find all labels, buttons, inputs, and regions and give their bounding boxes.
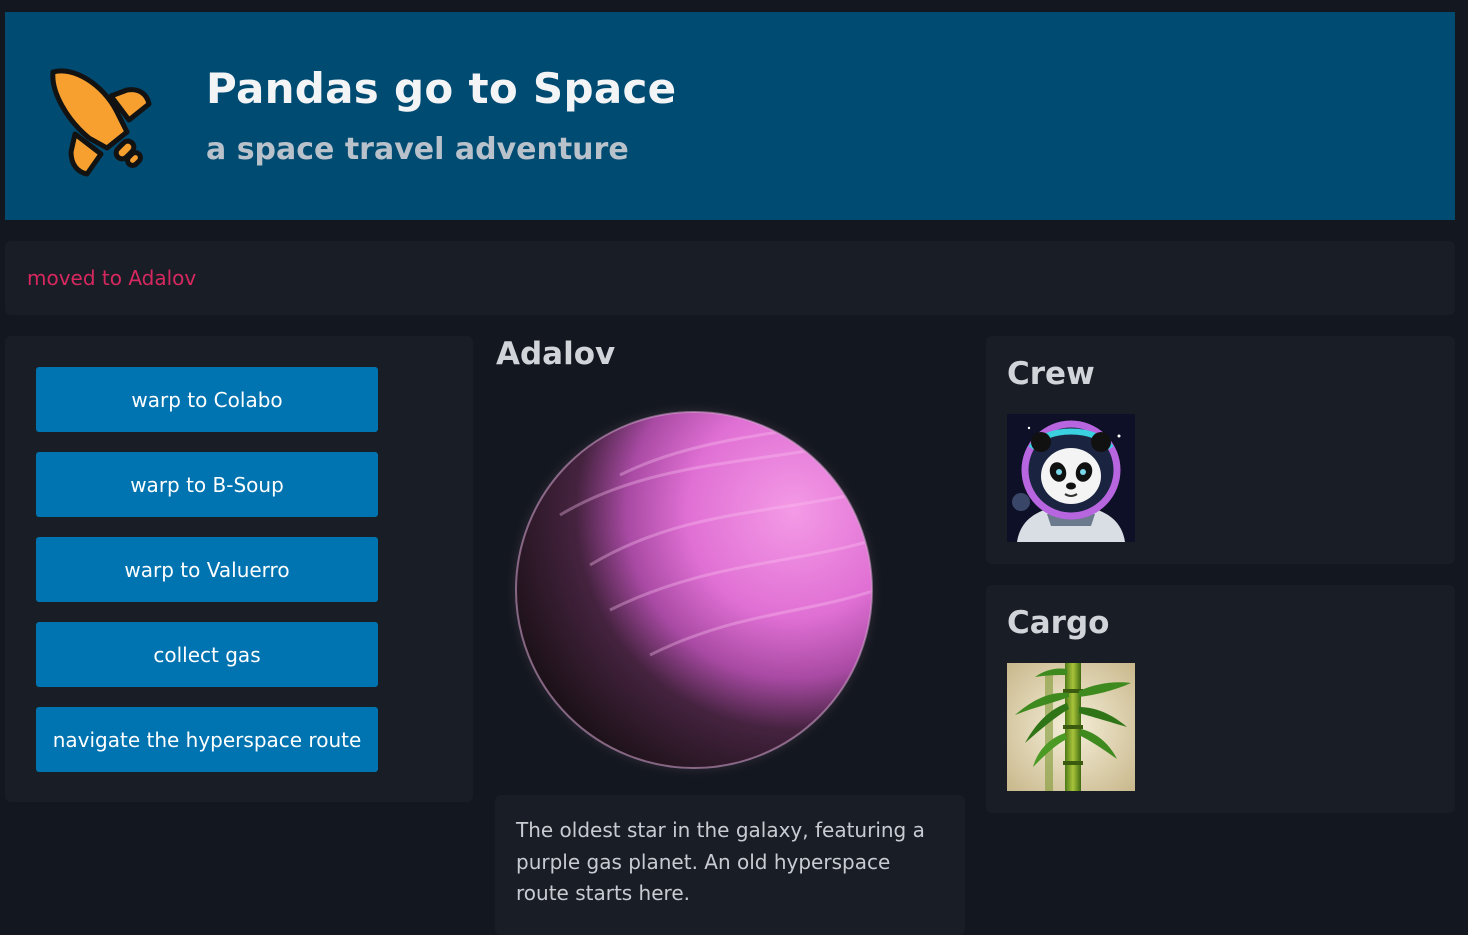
page-title: Pandas go to Space bbox=[206, 64, 677, 113]
planet-description-panel: The oldest star in the galaxy, featuring… bbox=[495, 795, 965, 935]
planet-image bbox=[500, 395, 890, 785]
planet-description: The oldest star in the galaxy, featuring… bbox=[516, 818, 925, 905]
rocket-icon bbox=[50, 68, 152, 177]
page-subtitle: a space travel adventure bbox=[206, 132, 629, 167]
crew-member-panda-image bbox=[1007, 414, 1135, 542]
warp-colabo-button[interactable]: warp to Colabo bbox=[36, 367, 378, 432]
planet-name: Adalov bbox=[496, 336, 616, 372]
crew-panel: Crew bbox=[986, 336, 1455, 564]
status-message: moved to Adalov bbox=[27, 266, 197, 290]
cargo-bamboo-image bbox=[1007, 663, 1135, 791]
warp-b-soup-button[interactable]: warp to B-Soup bbox=[36, 452, 378, 517]
actions-panel: warp to Colabo warp to B-Soup warp to Va… bbox=[5, 336, 473, 802]
collect-gas-button[interactable]: collect gas bbox=[36, 622, 378, 687]
cargo-title: Cargo bbox=[1007, 605, 1110, 641]
navigate-hyperspace-button[interactable]: navigate the hyperspace route bbox=[36, 707, 378, 772]
warp-valuerro-button[interactable]: warp to Valuerro bbox=[36, 537, 378, 602]
app-header: Pandas go to Space a space travel advent… bbox=[5, 12, 1455, 220]
status-panel: moved to Adalov bbox=[5, 241, 1455, 315]
crew-title: Crew bbox=[1007, 356, 1095, 392]
cargo-panel: Cargo bbox=[986, 585, 1455, 813]
